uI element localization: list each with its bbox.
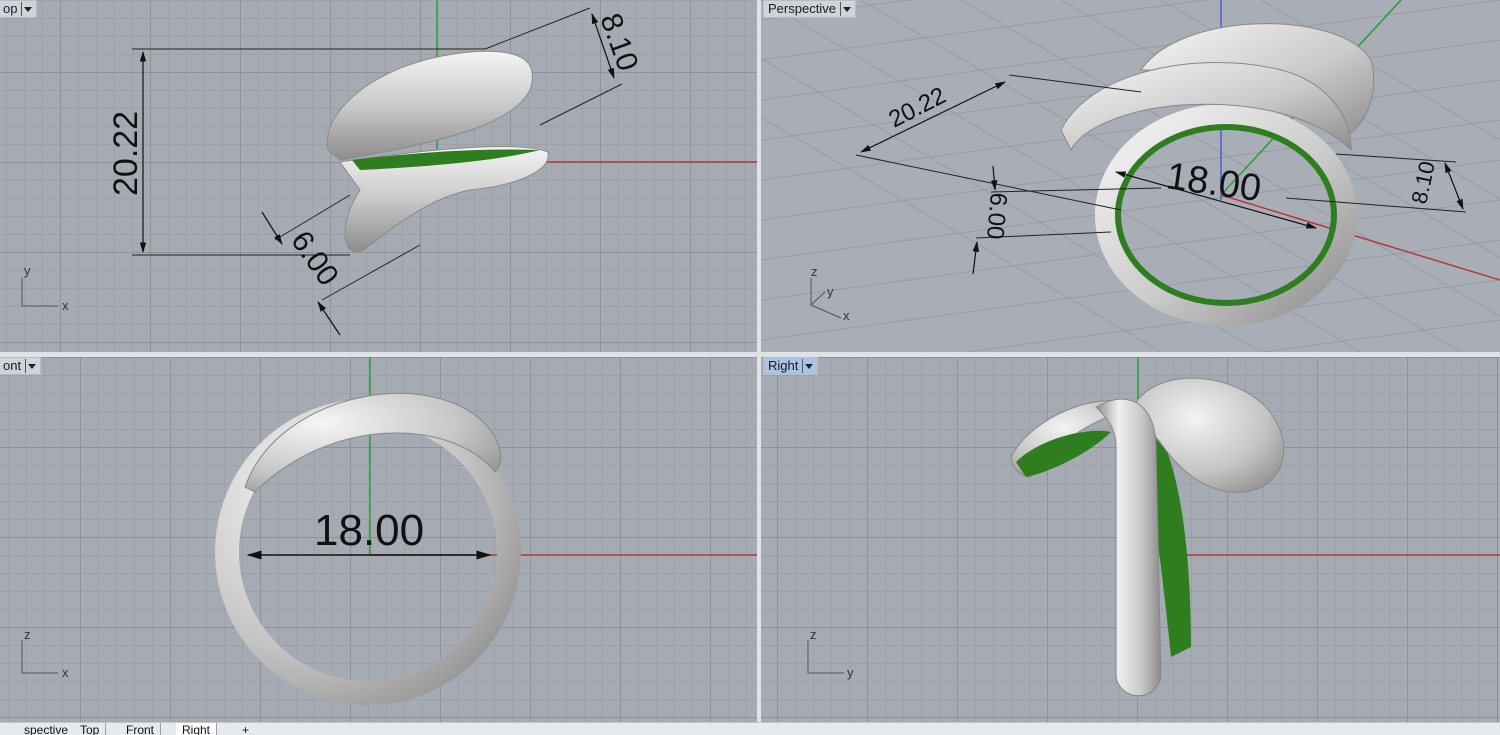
chevron-down-icon[interactable] [839,2,851,16]
viewport-divider-vertical[interactable] [757,0,761,722]
ring-upper-lobe [326,50,533,161]
axis-label-z: z [811,264,818,279]
dim-thickness-line [1444,161,1464,211]
viewport-label-right[interactable]: Right [763,357,819,375]
viewport-top[interactable]: 20.22 8.10 6.00 y x op [0,0,757,352]
chevron-down-icon[interactable] [25,359,37,373]
viewport-tab-bar: spective Top Front Right + [0,722,1500,735]
axis-label-x: x [62,665,69,680]
top-view-canvas: 20.22 8.10 6.00 y x [21,0,757,336]
tab-front[interactable]: Front [120,723,162,735]
dim-thickness-text: 8.10 [1406,159,1439,206]
dim-width-text: 6.00 [284,225,345,292]
tab-top[interactable]: Top [74,723,107,735]
viewport-front[interactable]: 18.00 z x ont [0,357,757,722]
front-view-canvas: 18.00 z x [21,357,757,705]
chevron-down-icon[interactable] [21,2,33,16]
axis-label-x: x [62,298,69,313]
viewport-divider-horizontal[interactable] [0,352,1500,357]
axis-label-y: y [847,665,854,680]
tab-perspective[interactable]: spective [0,723,76,735]
axis-label-y: y [827,284,834,299]
add-tab-button[interactable]: + [236,723,256,735]
dim-inner-text: 18.00 [1164,155,1264,210]
dim-length-text: 20.22 [884,82,950,133]
viewport-title: Perspective [768,1,836,16]
axis-label-x: x [843,308,850,323]
ring-shank [1095,398,1162,697]
axis-gizmo [21,278,58,307]
axis-label-y: y [24,263,31,278]
viewport-label-perspective[interactable]: Perspective [763,0,856,18]
dim-height-text: 20.22 [107,111,145,196]
perspective-view-canvas: 20.22 18.00 6.00 8.10 z y x [761,0,1500,352]
viewport-label-front[interactable]: ont [0,357,42,375]
ring-band [1095,104,1357,326]
viewport-label-top[interactable]: op [0,0,38,18]
axis-label-z: z [24,627,31,642]
chevron-down-icon[interactable] [802,359,814,373]
dim-inner-text: 18.00 [314,506,424,555]
dim-width-text: 6.00 [981,191,1012,240]
ring-top-lobe [244,392,502,493]
viewport-title: op [3,1,18,16]
axis-label-z: z [810,627,817,642]
viewport-right[interactable]: z y Right [761,357,1500,722]
tab-right[interactable]: Right [176,723,218,735]
viewport-title: ont [3,358,22,373]
viewport-title: Right [768,358,799,373]
viewport-perspective[interactable]: 20.22 18.00 6.00 8.10 z y x Perspective [761,0,1500,352]
right-view-canvas: z y [807,357,1500,697]
